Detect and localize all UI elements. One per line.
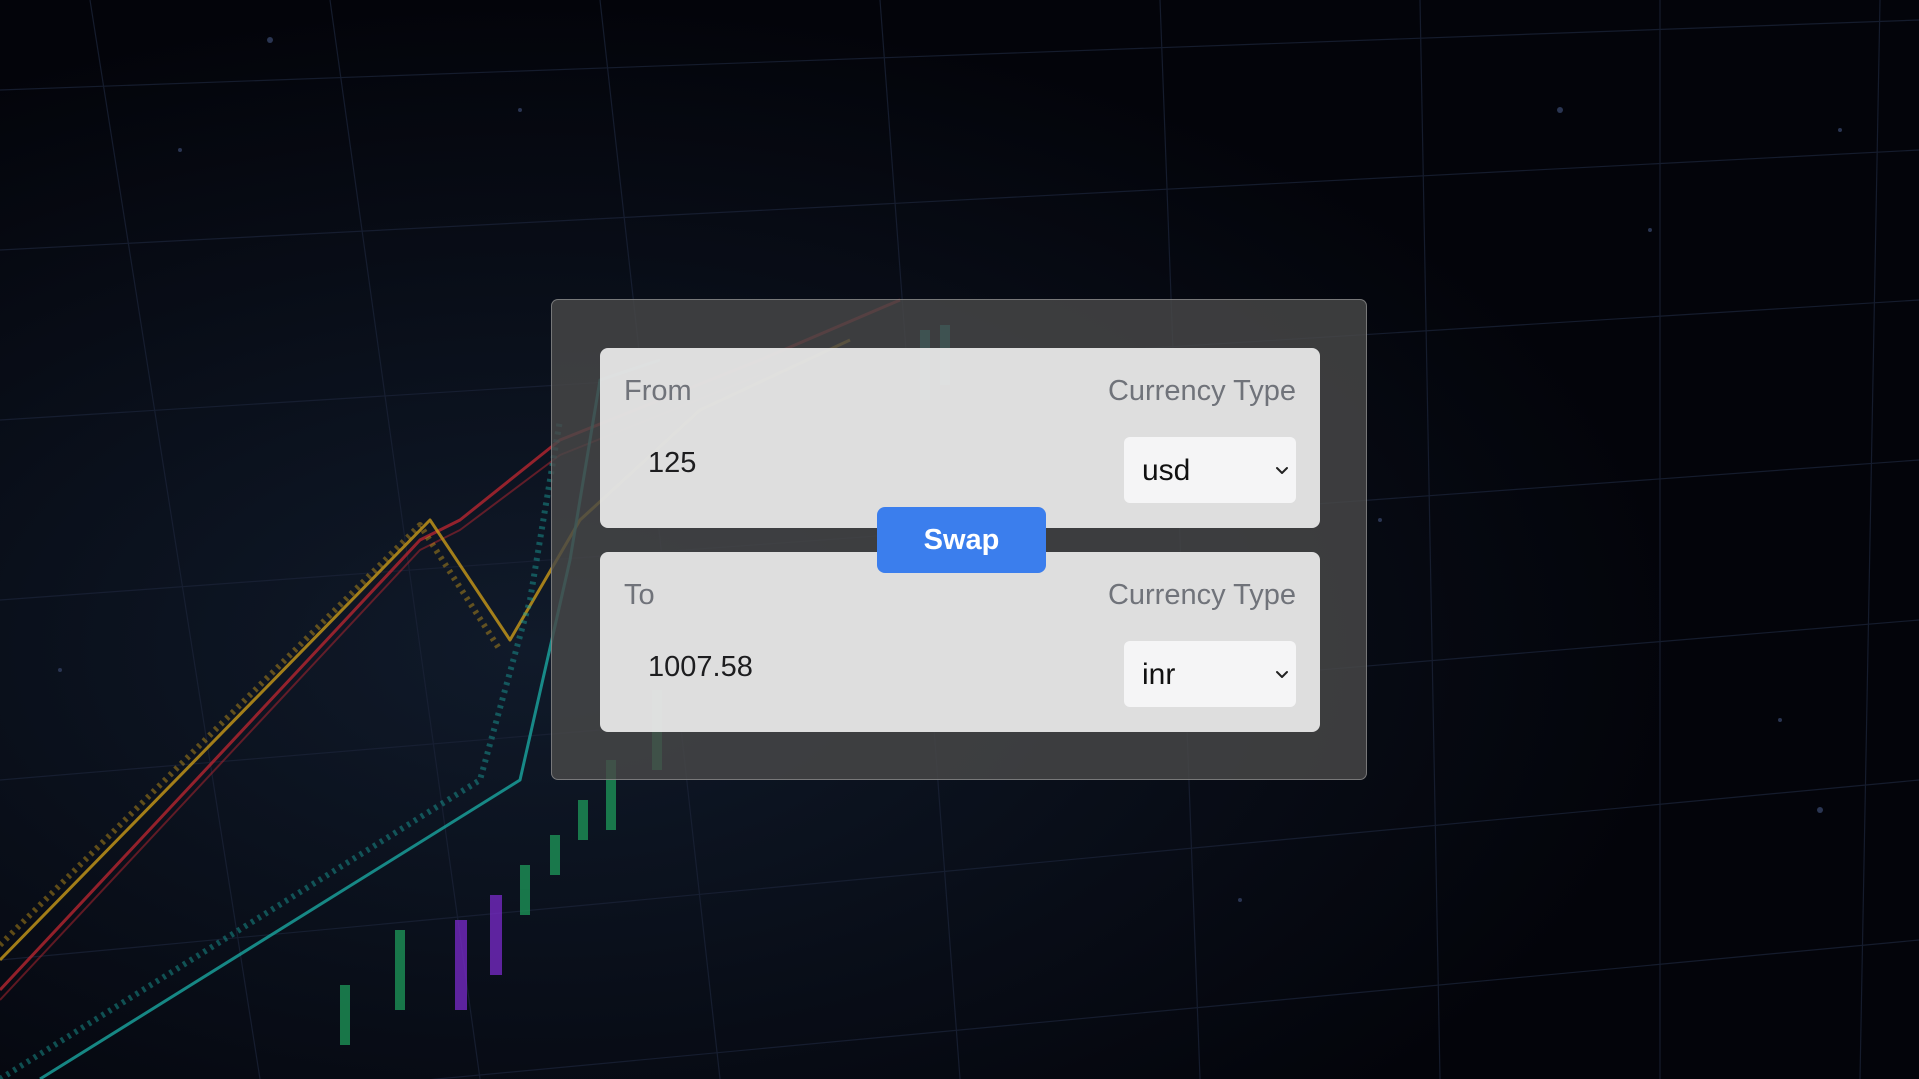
from-currency-select[interactable]: usd bbox=[1124, 437, 1296, 503]
from-currency-type-label: Currency Type bbox=[1107, 375, 1296, 407]
from-panel: From Currency Type usd bbox=[600, 348, 1320, 528]
to-currency-select[interactable]: inr bbox=[1124, 641, 1296, 707]
currency-converter-card: From Currency Type usd To Currency Type … bbox=[551, 299, 1367, 780]
to-currency-value: inr bbox=[1142, 658, 1176, 691]
to-label: To bbox=[624, 579, 655, 611]
to-amount-input[interactable] bbox=[624, 642, 1084, 692]
to-panel: To Currency Type inr bbox=[600, 552, 1320, 732]
from-amount-input[interactable] bbox=[624, 438, 1084, 488]
chevron-down-icon bbox=[1276, 671, 1288, 678]
swap-button[interactable]: Swap bbox=[877, 507, 1046, 573]
to-currency-type-label: Currency Type bbox=[1107, 579, 1296, 611]
chevron-down-icon bbox=[1276, 467, 1288, 474]
from-currency-value: usd bbox=[1142, 454, 1191, 487]
from-label: From bbox=[624, 375, 692, 407]
